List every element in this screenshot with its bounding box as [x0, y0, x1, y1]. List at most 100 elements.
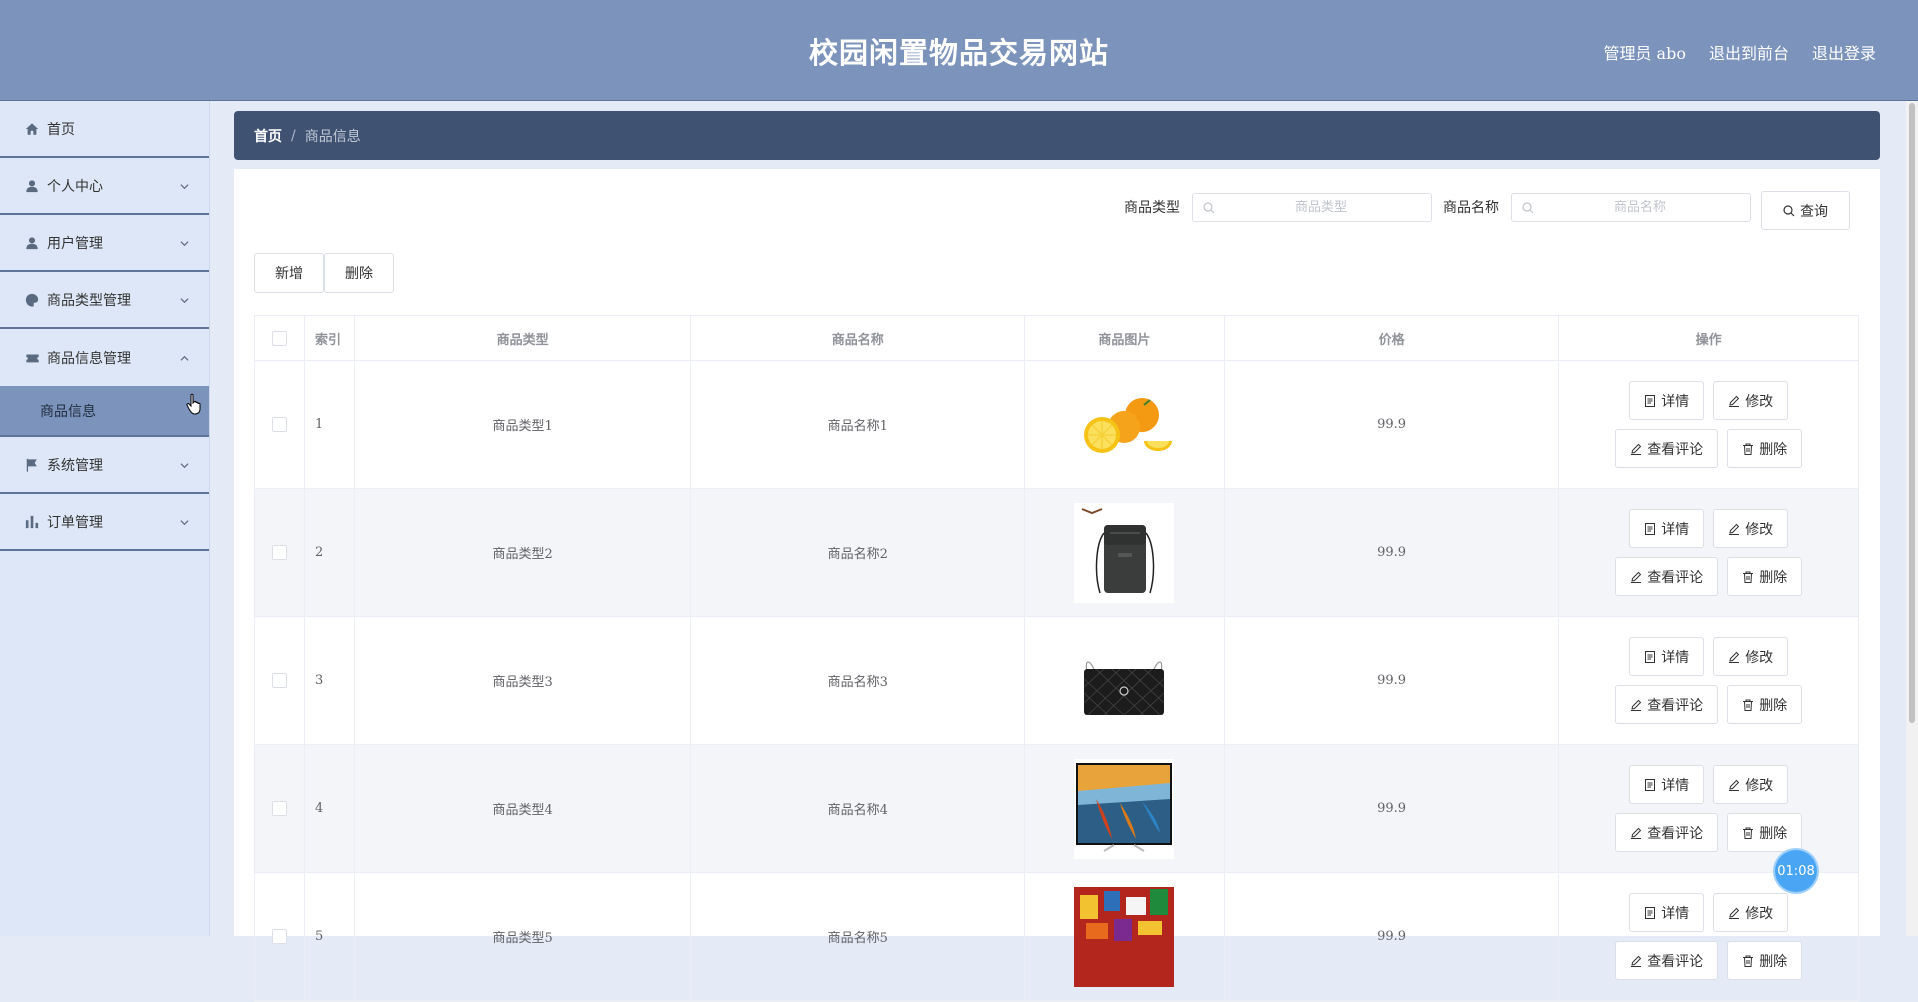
trash-icon: [1743, 443, 1754, 455]
table-row: 2 商品类型2 商品名称2 99.9 详情 修改 查看评论 删除: [255, 489, 1858, 617]
edit-button[interactable]: 修改: [1713, 509, 1789, 548]
page-scrollbar[interactable]: [1906, 101, 1918, 936]
edit-button-label: 修改: [1745, 777, 1774, 794]
search-icon: [1203, 202, 1215, 214]
column-header-index: 索引: [305, 316, 355, 360]
row-type: 商品类型1: [355, 361, 692, 488]
edit-button-label: 修改: [1745, 649, 1774, 666]
edit-button[interactable]: 修改: [1713, 893, 1789, 932]
chevron-down-icon: [180, 462, 189, 468]
bar-chart-icon: [24, 514, 40, 530]
user-icon: [24, 178, 40, 194]
admin-label: 管理员 abo: [1603, 44, 1686, 63]
delete-button[interactable]: 删除: [1727, 685, 1803, 724]
delete-button[interactable]: 删除: [1727, 429, 1803, 468]
sidebar-item-label: 用户管理: [47, 235, 103, 252]
sidebar-item-category-management[interactable]: 商品类型管理: [0, 272, 209, 329]
sidebar-item-home[interactable]: 首页: [0, 101, 209, 158]
detail-button[interactable]: 详情: [1629, 893, 1705, 932]
search-name-field[interactable]: [1511, 193, 1751, 222]
sidebar-item-personal-center[interactable]: 个人中心: [0, 158, 209, 215]
delete-button[interactable]: 删除: [1727, 941, 1803, 980]
sidebar: 首页 个人中心 用户管理 商品类型管理 商品信息管理 商品信息 系统管理 订单管…: [0, 101, 210, 936]
row-price: 99.9: [1225, 489, 1560, 616]
add-button[interactable]: 新增: [254, 253, 324, 293]
row-checkbox[interactable]: [271, 417, 287, 432]
edit-button-label: 修改: [1745, 393, 1774, 410]
query-button[interactable]: 查询: [1761, 191, 1850, 230]
delete-button-label: 删除: [1759, 441, 1788, 458]
home-icon: [24, 121, 40, 137]
logout-link[interactable]: 退出登录: [1812, 40, 1876, 64]
sidebar-item-user-management[interactable]: 用户管理: [0, 215, 209, 272]
detail-button[interactable]: 详情: [1629, 381, 1705, 420]
user-icon: [24, 235, 40, 251]
table-row: 4 商品类型4 商品名称4 99.9 详情 修改 查看评论 删除: [255, 745, 1858, 873]
row-actions: 详情 修改 查看评论 删除: [1559, 873, 1858, 1000]
breadcrumb-current: 商品信息: [304, 128, 361, 145]
select-all-checkbox[interactable]: [271, 330, 287, 346]
edit-button[interactable]: 修改: [1713, 381, 1789, 420]
row-type: 商品类型2: [355, 489, 692, 616]
sidebar-subitem-product-info[interactable]: 商品信息: [0, 386, 209, 437]
table-row: 1 商品类型1 商品名称1 99.9 详情 修改 查看评论 删除: [255, 361, 1858, 489]
sidebar-item-product-info-management[interactable]: 商品信息管理: [0, 329, 209, 386]
search-type-field[interactable]: [1192, 193, 1432, 222]
delete-button[interactable]: 删除: [1727, 813, 1803, 852]
edit-button[interactable]: 修改: [1713, 765, 1789, 804]
row-index: 2: [305, 489, 355, 616]
back-to-front-link[interactable]: 退出到前台: [1709, 40, 1789, 64]
row-checkbox[interactable]: [271, 801, 287, 816]
row-checkbox[interactable]: [271, 545, 287, 560]
row-price: 99.9: [1225, 745, 1560, 872]
detail-button[interactable]: 详情: [1629, 509, 1705, 548]
trash-icon: [1743, 955, 1754, 967]
edit-button[interactable]: 修改: [1713, 637, 1789, 676]
paint-drop-icon: [24, 292, 40, 308]
row-image-cell: [1025, 873, 1225, 1000]
sidebar-item-label: 个人中心: [47, 178, 103, 195]
view-comments-button[interactable]: 查看评论: [1615, 557, 1719, 596]
column-header-price: 价格: [1225, 316, 1560, 360]
row-checkbox[interactable]: [271, 673, 287, 688]
top-header: 校园闲置物品交易网站 管理员 abo 退出到前台 退出登录: [0, 0, 1918, 101]
view-comments-button[interactable]: 查看评论: [1615, 429, 1719, 468]
sidebar-item-label: 商品类型管理: [47, 292, 131, 309]
view-comments-button[interactable]: 查看评论: [1615, 941, 1719, 980]
view-comments-button[interactable]: 查看评论: [1615, 813, 1719, 852]
detail-button[interactable]: 详情: [1629, 637, 1705, 676]
header-checkbox-cell: [255, 316, 305, 360]
edit-icon: [1729, 523, 1740, 535]
sidebar-item-order-management[interactable]: 订单管理: [0, 494, 209, 551]
batch-delete-button[interactable]: 删除: [324, 253, 394, 293]
row-actions: 详情 修改 查看评论 删除: [1559, 617, 1858, 744]
edit-icon: [1631, 827, 1642, 839]
search-type-input[interactable]: [1193, 200, 1431, 215]
scrollbar-thumb[interactable]: [1909, 103, 1915, 723]
chevron-down-icon: [180, 297, 189, 303]
breadcrumb: 首页 / 商品信息: [234, 111, 1880, 160]
product-image-tv-kayak: [1074, 758, 1175, 859]
delete-button[interactable]: 删除: [1727, 557, 1803, 596]
row-checkbox-cell: [255, 617, 305, 744]
product-image-snack-pile: [1074, 886, 1175, 987]
query-button-label: 查询: [1800, 203, 1828, 220]
search-name-input[interactable]: [1512, 200, 1750, 215]
view-comments-button[interactable]: 查看评论: [1615, 685, 1719, 724]
chevron-down-icon: [180, 183, 189, 189]
floating-timer: 01:08: [1775, 850, 1817, 892]
sidebar-item-label: 首页: [47, 121, 75, 138]
row-checkbox-cell: [255, 489, 305, 616]
row-image-cell: [1025, 489, 1225, 616]
table-header: 索引 商品类型 商品名称 商品图片 价格 操作: [255, 316, 1858, 361]
delete-button-label: 删除: [1759, 569, 1788, 586]
row-checkbox-cell: [255, 873, 305, 1000]
sidebar-item-system-management[interactable]: 系统管理: [0, 437, 209, 494]
breadcrumb-home[interactable]: 首页: [254, 126, 282, 146]
sidebar-subitem-label: 商品信息: [40, 403, 96, 420]
detail-button[interactable]: 详情: [1629, 765, 1705, 804]
row-checkbox[interactable]: [271, 929, 287, 944]
document-icon: [1645, 778, 1656, 791]
view-comments-button-label: 查看评论: [1647, 953, 1704, 970]
column-header-actions: 操作: [1695, 332, 1722, 348]
